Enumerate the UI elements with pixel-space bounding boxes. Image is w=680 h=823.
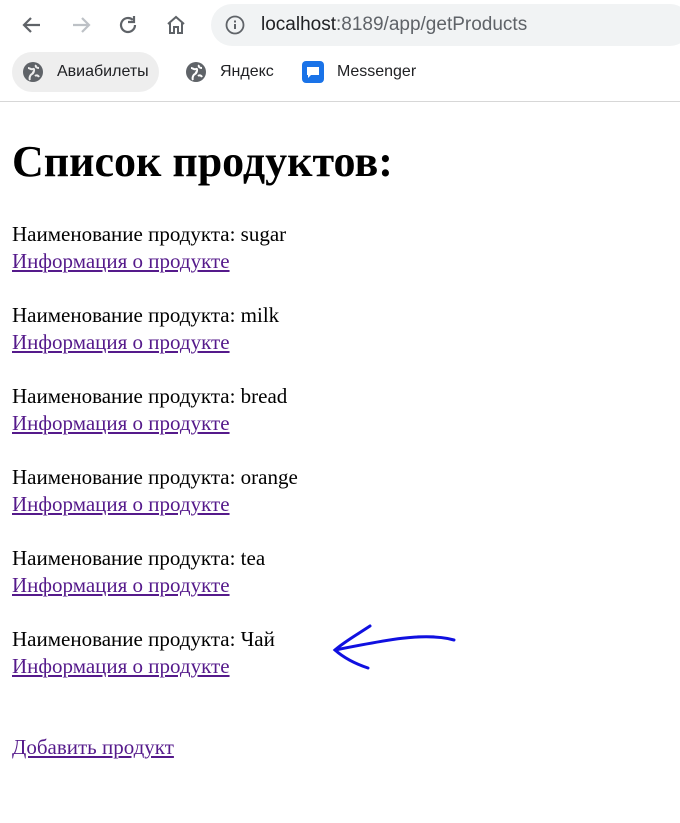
back-arrow-icon (22, 17, 40, 33)
product-item: Наименование продукта: sugar Информация … (12, 221, 286, 275)
info-icon[interactable] (225, 15, 245, 35)
product-info-link[interactable]: Информация о продукте (12, 491, 298, 518)
globe-icon (185, 61, 207, 83)
bookmark-yandex[interactable]: Яндекс (175, 52, 284, 92)
product-name: Наименование продукта: Чай (12, 627, 275, 651)
product-info-link[interactable]: Информация о продукте (12, 653, 275, 680)
product-item: Наименование продукта: Чай Информация о … (12, 626, 275, 680)
product-item: Наименование продукта: tea Информация о … (12, 545, 265, 599)
bookmark-aviabilety[interactable]: Авиабилеты (12, 52, 159, 92)
add-product-link[interactable]: Добавить продукт (12, 734, 174, 761)
page-title: Список продуктов: (12, 137, 393, 186)
product-info-link[interactable]: Информация о продукте (12, 248, 286, 275)
reload-icon (119, 16, 137, 34)
home-button[interactable] (160, 9, 192, 41)
product-item: Наименование продукта: orange Информация… (12, 464, 298, 518)
home-icon (167, 15, 185, 34)
back-button[interactable] (16, 9, 48, 41)
bookmark-label: Авиабилеты (57, 63, 149, 80)
forward-button[interactable] (65, 9, 97, 41)
globe-icon (22, 61, 44, 83)
forward-arrow-icon (73, 17, 91, 33)
reload-button[interactable] (112, 9, 144, 41)
browser-toolbar: localhost:8189/app/getProducts (0, 0, 680, 50)
bookmark-messenger[interactable]: Messenger (292, 52, 426, 92)
url-text: localhost:8189/app/getProducts (261, 15, 527, 35)
product-name: Наименование продукта: sugar (12, 222, 287, 246)
messenger-icon (302, 61, 324, 83)
product-name: Наименование продукта: milk (12, 303, 280, 327)
bookmark-label: Яндекс (220, 63, 274, 80)
product-name: Наименование продукта: tea (12, 546, 266, 570)
product-info-link[interactable]: Информация о продукте (12, 329, 279, 356)
product-name: Наименование продукта: orange (12, 465, 298, 489)
product-item: Наименование продукта: bread Информация … (12, 383, 287, 437)
address-bar[interactable]: localhost:8189/app/getProducts (211, 4, 680, 46)
bookmarks-bar: Авиабилеты Яндекс Messenger (0, 50, 680, 102)
product-name: Наименование продукта: bread (12, 384, 288, 408)
url-host: localhost (261, 14, 336, 35)
annotation-arrow-icon (332, 624, 456, 670)
url-path: :8189/app/getProducts (336, 14, 528, 35)
bookmark-label: Messenger (337, 63, 417, 80)
product-item: Наименование продукта: milk Информация о… (12, 302, 279, 356)
product-info-link[interactable]: Информация о продукте (12, 572, 265, 599)
product-info-link[interactable]: Информация о продукте (12, 410, 287, 437)
